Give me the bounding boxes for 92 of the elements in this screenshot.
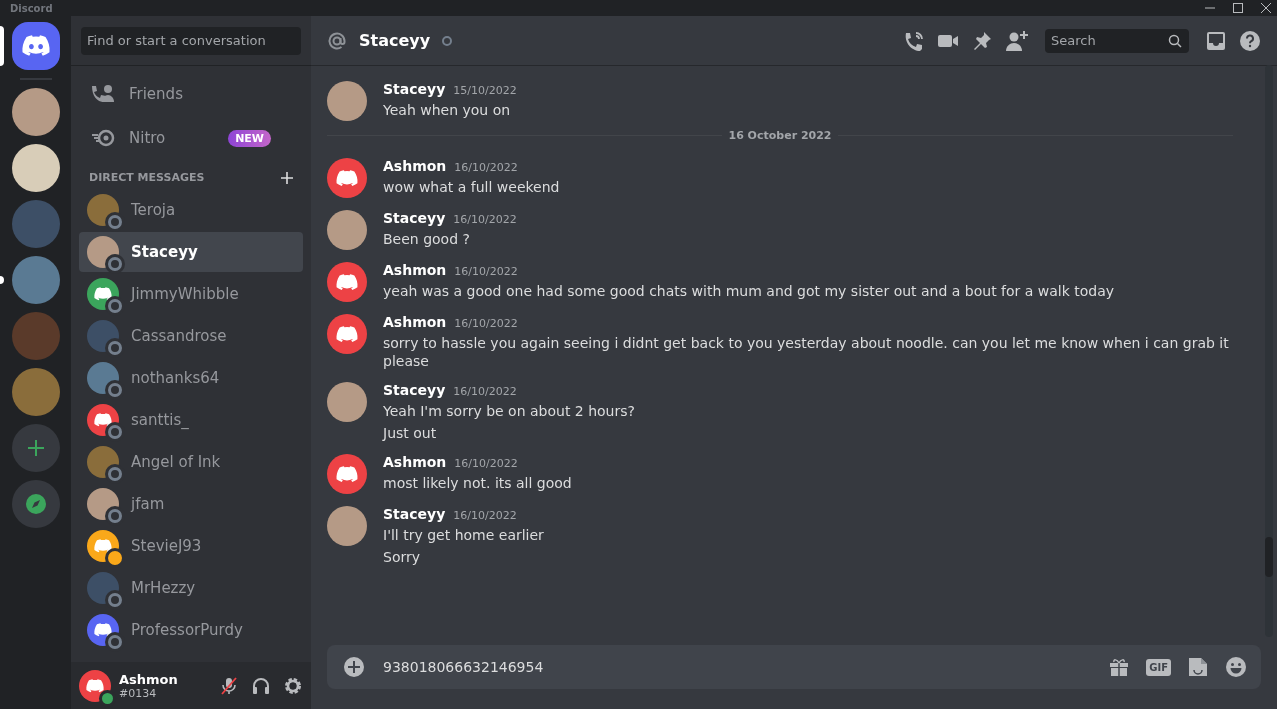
emoji-icon[interactable] [1225, 656, 1247, 678]
message-text: most likely not. its all good [383, 474, 572, 492]
scrollbar-thumb[interactable] [1265, 537, 1273, 577]
gif-button[interactable]: GIF [1146, 658, 1171, 676]
discord-logo-avatar[interactable] [327, 158, 367, 198]
avatar-placeholder[interactable] [327, 210, 367, 250]
server-icon[interactable] [11, 88, 60, 136]
message-timestamp: 16/10/2022 [454, 265, 518, 278]
status-indicator [442, 35, 453, 46]
user-tag: #0134 [119, 686, 207, 700]
username: Ashmon [119, 671, 179, 687]
sticker-icon[interactable] [1187, 656, 1209, 678]
avatar-placeholder[interactable] [327, 506, 367, 546]
add-friend-icon[interactable] [1005, 29, 1029, 52]
gift-icon[interactable] [1108, 656, 1131, 678]
phone-icon[interactable] [903, 29, 925, 52]
person-wave-icon [91, 84, 115, 104]
channel-title: Staceyy [359, 31, 431, 50]
avatar-placeholder [87, 194, 119, 226]
message-author[interactable]: Staceyy [383, 210, 446, 226]
home-button[interactable] [11, 22, 60, 70]
avatar-placeholder [87, 362, 119, 394]
conversation-search-field[interactable]: Find or start a conversation [81, 26, 301, 55]
explore-button[interactable] [11, 480, 60, 528]
muted-microphone-icon[interactable] [219, 675, 239, 696]
nitro-nav-item[interactable]: Nitro NEW [79, 117, 303, 159]
avatar-placeholder [87, 446, 119, 478]
server-icon[interactable] [11, 144, 60, 192]
at-sign-icon [327, 30, 347, 51]
message-text: Sorry [383, 548, 421, 566]
search-icon [1168, 33, 1182, 48]
avatar-placeholder[interactable] [327, 382, 367, 422]
plus-circle-icon[interactable] [343, 656, 365, 678]
message-timestamp: 15/10/2022 [453, 84, 517, 97]
message-field[interactable]: 938018066632146954 GIF [327, 645, 1261, 689]
avatar-placeholder[interactable] [327, 81, 367, 121]
headphones-icon[interactable] [251, 675, 271, 696]
settings-icon[interactable] [283, 675, 303, 696]
search-field[interactable]: Search [1045, 28, 1189, 53]
dm-item[interactable]: StevieJ93 [79, 526, 303, 566]
dm-item[interactable]: MrHezzy [79, 568, 303, 608]
plus-icon[interactable] [281, 171, 293, 184]
friends-nav-item[interactable]: Friends [79, 73, 303, 115]
message-author[interactable]: Ashmon [383, 314, 447, 330]
help-icon[interactable] [1239, 29, 1261, 52]
dm-item[interactable]: jfam [79, 484, 303, 524]
message-timestamp: 16/10/2022 [453, 509, 517, 522]
message-author[interactable]: Staceyy [383, 506, 446, 522]
avatar-placeholder [87, 320, 119, 352]
message-text: Been good ? [383, 230, 471, 248]
discord-logo-icon [21, 35, 50, 57]
add-server-button[interactable] [11, 424, 60, 472]
message-text: Yeah I'm sorry be on about 2 hours? [383, 402, 635, 420]
dm-item[interactable]: ProfessorPurdy [79, 610, 303, 650]
message-text: Yeah when you on [383, 101, 512, 119]
maximize-icon[interactable] [1233, 3, 1243, 13]
discord-logo-avatar[interactable] [79, 669, 111, 702]
section-title: DIRECT MESSAGES [89, 171, 205, 184]
inbox-icon[interactable] [1205, 29, 1227, 52]
discord-logo-avatar[interactable] [327, 314, 367, 354]
compass-icon [24, 493, 47, 515]
dm-item[interactable]: Angel of Ink [79, 442, 303, 482]
message-author[interactable]: Ashmon [383, 454, 447, 470]
discord-logo-avatar[interactable] [327, 262, 367, 302]
nitro-icon [91, 128, 115, 148]
dm-item[interactable]: santtis_ [79, 400, 303, 440]
message-text: sorry to hassle you again seeing i didnt get back to you yesterday about noodle. can you let me know when i can grab it please [383, 334, 1230, 370]
message-timestamp: 16/10/2022 [454, 317, 518, 330]
message-author[interactable]: Staceyy [383, 382, 446, 398]
message-timestamp: 16/10/2022 [454, 161, 518, 174]
message-timestamp: 16/10/2022 [454, 457, 518, 470]
message-text: I'll try get home earlier [383, 526, 544, 544]
close-icon[interactable] [1261, 3, 1271, 13]
dm-item[interactable]: Cassandrose [79, 316, 303, 356]
message-input[interactable]: 938018066632146954 [381, 658, 1093, 676]
message-text: yeah was a good one had some good chats with mum and got my sister out and a bout for a walk today [383, 282, 1115, 300]
message-text: wow what a full weekend [383, 178, 560, 196]
window-title: Discord [10, 2, 53, 14]
message-author[interactable]: Staceyy [383, 81, 446, 97]
message-author[interactable]: Ashmon [383, 158, 447, 174]
discord-logo-avatar[interactable] [327, 454, 367, 494]
dm-item[interactable]: nothanks64 [79, 358, 303, 398]
dm-item[interactable]: Teroja [79, 190, 303, 230]
message-author[interactable]: Ashmon [383, 262, 447, 278]
avatar-placeholder [87, 236, 119, 268]
new-badge: NEW [228, 129, 271, 147]
dm-item[interactable]: JimmyWhibble [79, 274, 303, 314]
message-timestamp: 16/10/2022 [453, 213, 517, 226]
plus-icon [25, 438, 46, 458]
message-timestamp: 16/10/2022 [453, 385, 517, 398]
message-text: Just out [383, 424, 438, 442]
dm-item[interactable]: Staceyy [79, 232, 303, 272]
